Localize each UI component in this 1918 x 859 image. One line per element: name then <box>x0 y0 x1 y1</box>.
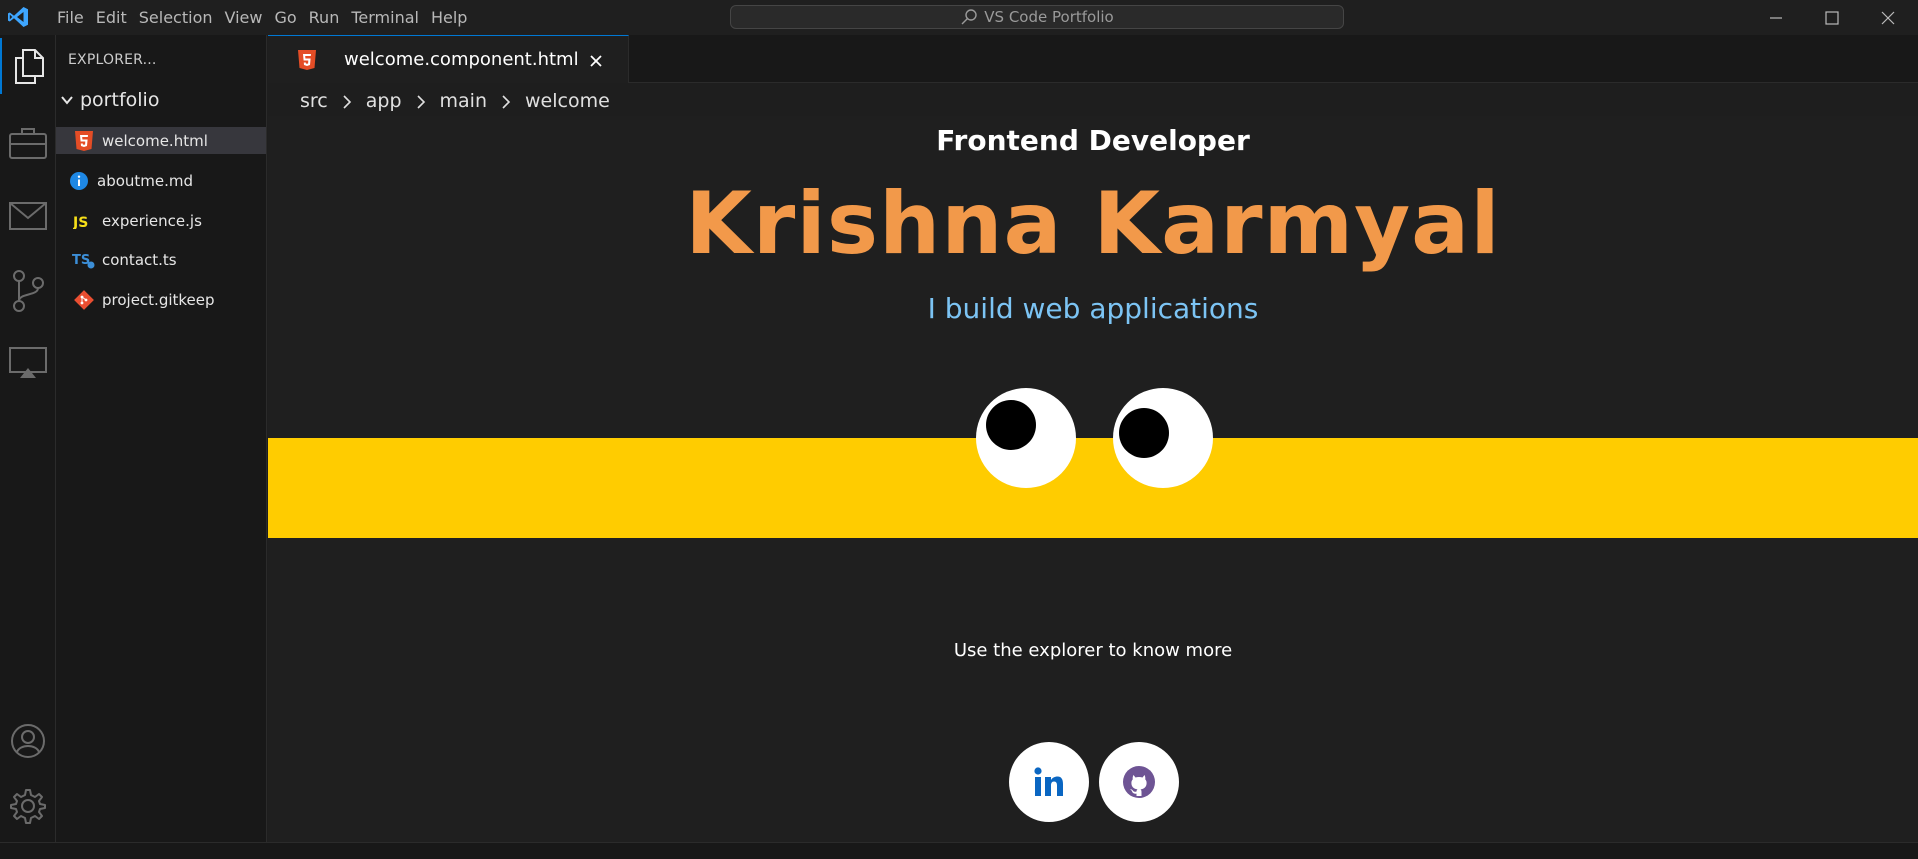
html5-icon <box>298 50 316 70</box>
menu-help[interactable]: Help <box>431 0 467 35</box>
close-icon <box>1881 11 1895 24</box>
breadcrumb-src[interactable]: src <box>300 90 328 112</box>
menu-edit[interactable]: Edit <box>96 0 127 35</box>
developer-name: Krishna Karmyal <box>685 174 1501 274</box>
git-icon <box>72 289 96 311</box>
close-tab-icon[interactable] <box>588 53 604 69</box>
explorer-title: EXPLORER... <box>68 52 157 68</box>
remote-activity-button[interactable] <box>0 335 56 391</box>
breadcrumb: src app main welcome <box>300 88 622 114</box>
right-pupil <box>1119 408 1169 458</box>
editor-content: Frontend Developer Krishna Karmyal I bui… <box>268 116 1918 842</box>
accounts-activity-button[interactable] <box>0 713 56 769</box>
mail-icon <box>9 202 47 230</box>
breadcrumb-main[interactable]: main <box>440 90 487 112</box>
account-icon <box>11 724 45 758</box>
tagline: I build web applications <box>927 292 1259 325</box>
briefcase-icon <box>9 128 47 159</box>
close-window-button[interactable] <box>1860 0 1916 35</box>
file-contact-ts[interactable]: TS contact.ts <box>56 246 266 273</box>
linkedin-button[interactable] <box>1009 742 1089 822</box>
role-heading: Frontend Developer <box>936 124 1250 157</box>
file-experience-js[interactable]: JS experience.js <box>56 207 266 234</box>
breadcrumb-app[interactable]: app <box>366 90 402 112</box>
command-center-label: VS Code Portfolio <box>984 8 1114 26</box>
source-control-icon <box>13 270 44 312</box>
file-label: project.gitkeep <box>102 290 215 309</box>
info-icon <box>67 170 91 192</box>
editor-tab-bar: welcome.component.html <box>268 35 1918 83</box>
title-bar: File Edit Selection View Go Run Terminal… <box>0 0 1918 35</box>
briefcase-activity-button[interactable] <box>0 115 56 171</box>
menu-file[interactable]: File <box>57 0 84 35</box>
source-control-activity-button[interactable] <box>0 263 56 319</box>
status-bar <box>0 842 1918 859</box>
github-icon <box>1123 766 1155 798</box>
file-label: welcome.html <box>102 131 208 150</box>
folder-portfolio[interactable]: portfolio <box>60 87 159 113</box>
html5-icon <box>72 130 96 152</box>
mail-activity-button[interactable] <box>0 188 56 244</box>
menu-bar: File Edit Selection View Go Run Terminal… <box>57 0 479 35</box>
maximize-button[interactable] <box>1804 0 1860 35</box>
gear-icon <box>10 789 46 824</box>
file-welcome-html[interactable]: welcome.html <box>56 127 266 154</box>
menu-terminal[interactable]: Terminal <box>351 0 419 35</box>
file-project-gitkeep[interactable]: project.gitkeep <box>56 286 266 313</box>
search-icon <box>961 9 977 25</box>
menu-go[interactable]: Go <box>274 0 296 35</box>
menu-run[interactable]: Run <box>309 0 340 35</box>
javascript-icon: JS <box>72 210 96 232</box>
explorer-hint: Use the explorer to know more <box>953 640 1233 661</box>
github-button[interactable] <box>1099 742 1179 822</box>
vscode-logo-icon <box>8 7 28 27</box>
tab-welcome-component[interactable]: welcome.component.html <box>268 35 629 83</box>
svg-text:JS: JS <box>73 215 88 229</box>
chevron-right-icon <box>499 93 513 109</box>
left-eye <box>976 388 1076 488</box>
chevron-right-icon <box>414 93 428 109</box>
chevron-right-icon <box>340 93 354 109</box>
command-center-search[interactable]: VS Code Portfolio <box>730 5 1344 29</box>
chevron-down-icon <box>61 96 73 105</box>
right-eye <box>1113 388 1213 488</box>
activity-bar <box>0 35 56 842</box>
file-label: experience.js <box>102 211 202 230</box>
yellow-band <box>268 438 1918 538</box>
minimize-button[interactable] <box>1748 0 1804 35</box>
menu-view[interactable]: View <box>225 0 263 35</box>
typescript-icon: TS <box>72 249 96 271</box>
files-icon <box>15 49 44 84</box>
file-aboutme-md[interactable]: aboutme.md <box>56 167 266 194</box>
left-pupil <box>986 400 1036 450</box>
file-label: contact.ts <box>102 250 177 269</box>
settings-activity-button[interactable] <box>0 778 56 834</box>
tab-label: welcome.component.html <box>344 49 579 70</box>
explorer-activity-button[interactable] <box>0 38 56 94</box>
explorer-sidebar: EXPLORER... portfolio welcome.html about… <box>56 35 267 842</box>
folder-label: portfolio <box>80 89 160 111</box>
screen-share-icon <box>9 347 47 378</box>
file-label: aboutme.md <box>97 171 194 190</box>
svg-text:TS: TS <box>72 253 90 268</box>
menu-selection[interactable]: Selection <box>139 0 213 35</box>
linkedin-icon <box>1034 767 1063 796</box>
maximize-icon <box>1825 10 1839 25</box>
breadcrumb-welcome[interactable]: welcome <box>525 90 610 112</box>
minimize-icon <box>1770 16 1782 19</box>
